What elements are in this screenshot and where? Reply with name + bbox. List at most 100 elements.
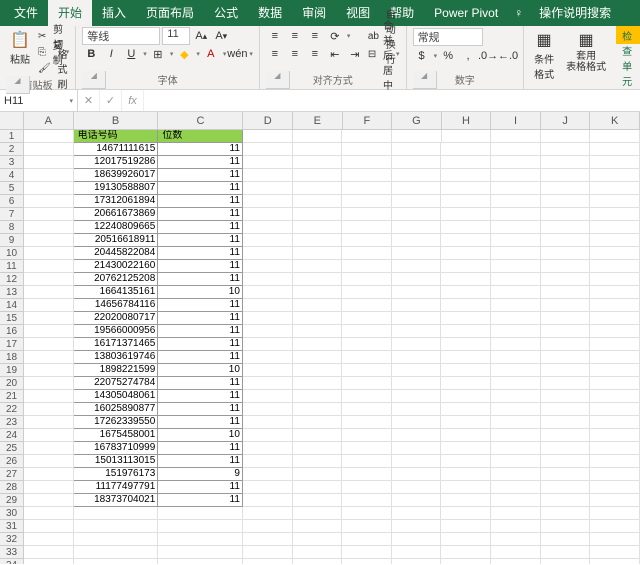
decrease-decimal-button[interactable]: ←.0 xyxy=(499,48,517,64)
cell[interactable] xyxy=(441,273,491,286)
cell[interactable] xyxy=(590,260,640,273)
column-header-H[interactable]: H xyxy=(442,112,492,130)
cell[interactable]: 19130588807 xyxy=(74,182,159,195)
cell[interactable] xyxy=(24,481,74,494)
cell[interactable] xyxy=(491,494,541,507)
cell[interactable] xyxy=(342,481,392,494)
cell[interactable] xyxy=(392,182,442,195)
cell[interactable] xyxy=(243,286,293,299)
indent-dec-button[interactable]: ⇤ xyxy=(326,46,344,62)
cell[interactable] xyxy=(441,364,491,377)
cell[interactable]: 20661673869 xyxy=(74,208,159,221)
cell[interactable] xyxy=(293,416,343,429)
cell[interactable] xyxy=(342,403,392,416)
cell[interactable] xyxy=(342,273,392,286)
percent-button[interactable]: % xyxy=(439,48,457,64)
cell[interactable] xyxy=(24,520,74,533)
cell[interactable] xyxy=(441,533,491,546)
cell[interactable] xyxy=(342,169,392,182)
cell[interactable] xyxy=(24,559,74,564)
cell[interactable] xyxy=(342,416,392,429)
cell[interactable] xyxy=(491,234,541,247)
cell[interactable] xyxy=(243,468,293,481)
cell[interactable] xyxy=(441,182,491,195)
row-header[interactable]: 11 xyxy=(0,260,24,273)
cell[interactable] xyxy=(541,143,591,156)
cell[interactable] xyxy=(342,195,392,208)
cell[interactable]: 16025890877 xyxy=(74,403,159,416)
row-header[interactable]: 15 xyxy=(0,312,24,325)
cell[interactable] xyxy=(441,416,491,429)
cell[interactable] xyxy=(590,442,640,455)
tab-review[interactable]: 审阅 xyxy=(292,0,336,26)
cell[interactable] xyxy=(392,143,442,156)
cell[interactable] xyxy=(24,286,74,299)
cell[interactable] xyxy=(243,390,293,403)
cell[interactable] xyxy=(24,507,74,520)
cell[interactable] xyxy=(24,403,74,416)
cell[interactable]: 16783710999 xyxy=(74,442,159,455)
cell[interactable]: 12017519286 xyxy=(74,156,159,169)
cell[interactable]: 15013113015 xyxy=(74,455,159,468)
cell[interactable] xyxy=(24,169,74,182)
cell[interactable] xyxy=(491,156,541,169)
cell[interactable] xyxy=(441,494,491,507)
cell[interactable] xyxy=(491,182,541,195)
cell[interactable]: 1898221599 xyxy=(74,364,159,377)
cell[interactable] xyxy=(293,234,343,247)
column-header-G[interactable]: G xyxy=(392,112,442,130)
accounting-button[interactable]: $ xyxy=(413,48,431,64)
cell[interactable] xyxy=(441,312,491,325)
cell[interactable] xyxy=(293,221,343,234)
cell[interactable]: 14671111615 xyxy=(74,143,159,156)
cell[interactable] xyxy=(342,286,392,299)
cell[interactable] xyxy=(441,208,491,221)
cell[interactable] xyxy=(491,299,541,312)
cell[interactable] xyxy=(293,559,343,564)
cell[interactable] xyxy=(24,247,74,260)
cell[interactable]: 1664135161 xyxy=(74,286,159,299)
bold-button[interactable]: B xyxy=(82,46,100,62)
cell[interactable] xyxy=(441,546,491,559)
cell[interactable] xyxy=(293,143,343,156)
row-header[interactable]: 4 xyxy=(0,169,24,182)
cell[interactable] xyxy=(541,533,591,546)
tab-layout[interactable]: 页面布局 xyxy=(136,0,204,26)
cell[interactable] xyxy=(541,468,591,481)
dialog-launcher-icon[interactable]: ◢ xyxy=(82,71,106,89)
cell[interactable] xyxy=(24,195,74,208)
cell[interactable] xyxy=(342,143,392,156)
cell[interactable] xyxy=(342,442,392,455)
row-header[interactable]: 32 xyxy=(0,533,24,546)
cell[interactable] xyxy=(392,221,442,234)
cell[interactable]: 11 xyxy=(158,221,243,234)
check-cell-style[interactable]: 检查单元 xyxy=(616,26,640,44)
column-header-A[interactable]: A xyxy=(24,112,74,130)
border-button[interactable]: ⊞ xyxy=(149,46,167,62)
cell[interactable]: 14305048061 xyxy=(74,390,159,403)
cell[interactable] xyxy=(243,247,293,260)
cell[interactable] xyxy=(590,143,640,156)
enter-formula-button[interactable]: ✓ xyxy=(100,90,122,111)
merge-center-button[interactable]: ⊟ 合并后居中▾ xyxy=(368,46,400,62)
cell[interactable] xyxy=(342,338,392,351)
cell[interactable] xyxy=(293,494,343,507)
align-middle-button[interactable]: ≡ xyxy=(286,28,304,44)
cell[interactable] xyxy=(441,442,491,455)
cell[interactable] xyxy=(342,429,392,442)
cell[interactable]: 11 xyxy=(158,325,243,338)
cell[interactable] xyxy=(243,351,293,364)
cell[interactable]: 11 xyxy=(158,403,243,416)
cell[interactable] xyxy=(491,338,541,351)
cell[interactable]: 11 xyxy=(158,169,243,182)
cell[interactable] xyxy=(541,429,591,442)
cell[interactable] xyxy=(590,195,640,208)
cell[interactable] xyxy=(293,520,343,533)
cell[interactable] xyxy=(24,390,74,403)
cell[interactable]: 18639926017 xyxy=(74,169,159,182)
cell[interactable] xyxy=(392,507,442,520)
cell[interactable] xyxy=(590,182,640,195)
fill-color-button[interactable]: ◆ xyxy=(175,46,193,62)
cell[interactable] xyxy=(541,494,591,507)
cell[interactable] xyxy=(441,429,491,442)
